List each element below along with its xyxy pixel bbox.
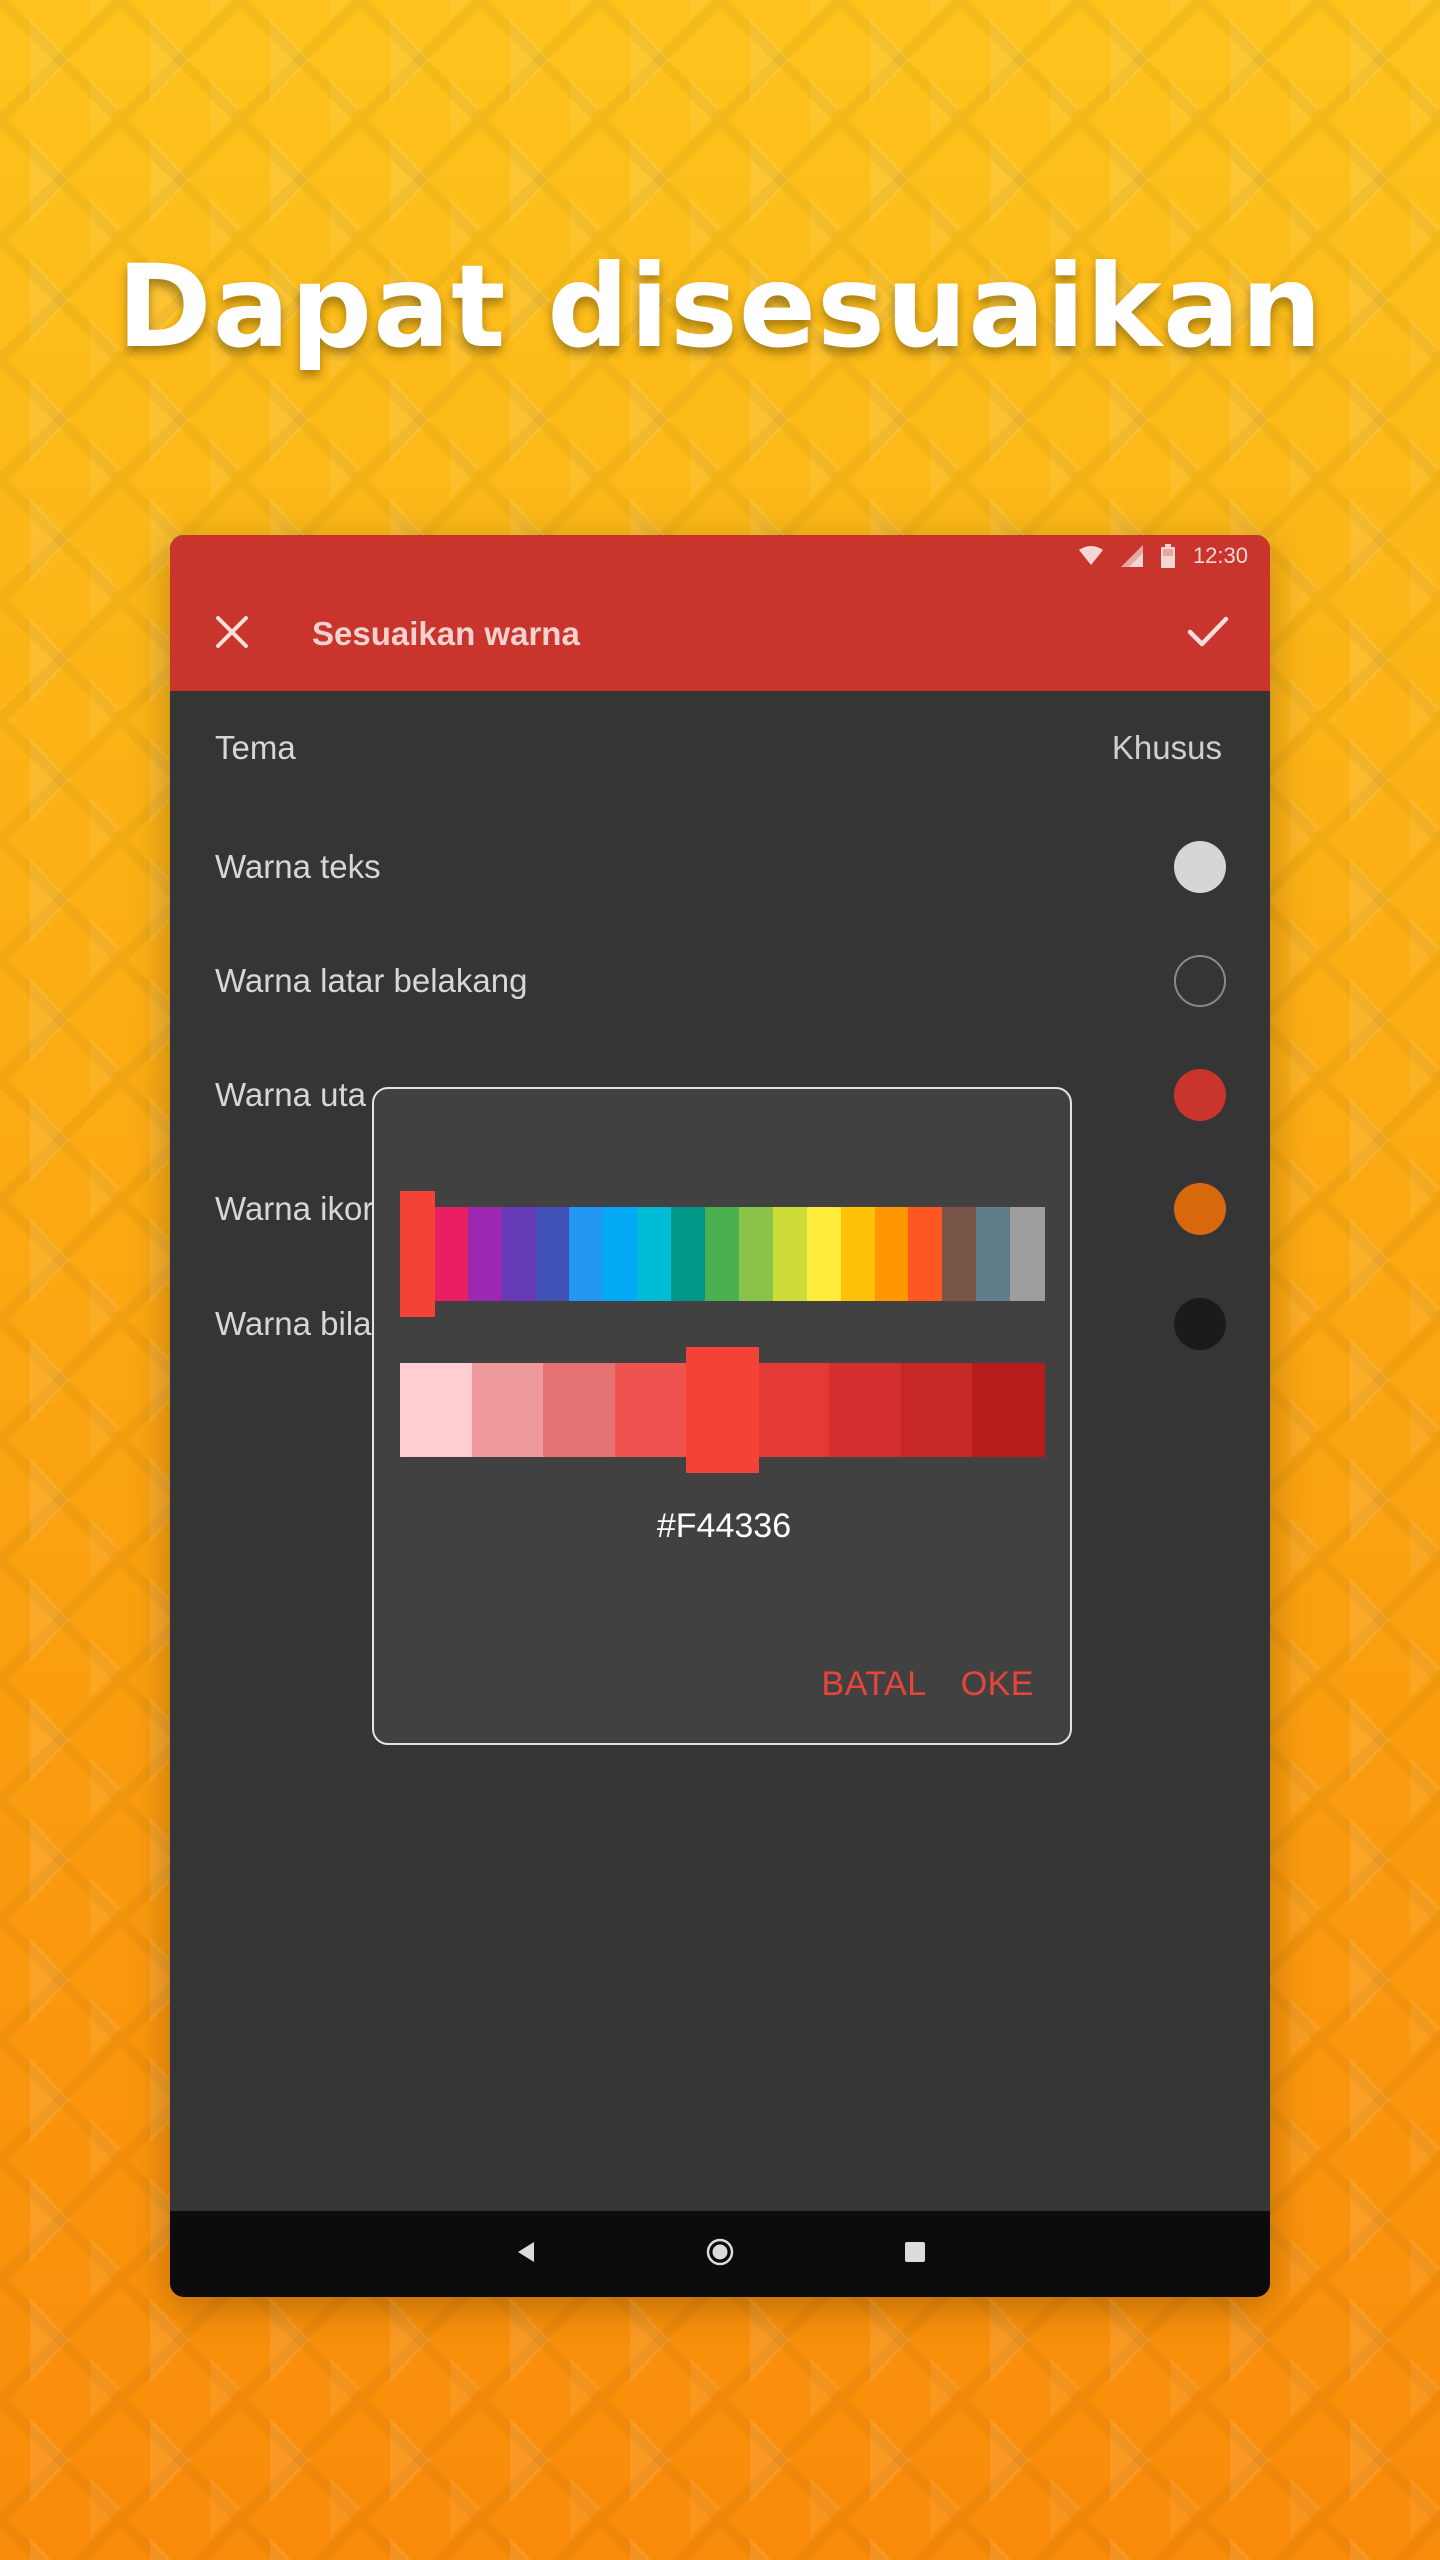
shade-color-cell[interactable]	[900, 1363, 974, 1457]
palette-color-cell[interactable]	[467, 1207, 503, 1301]
palette-color-cell[interactable]	[908, 1207, 943, 1301]
palette-color-cell[interactable]	[535, 1207, 571, 1301]
palette-color-cell[interactable]	[840, 1207, 876, 1301]
color-swatch[interactable]	[1174, 1298, 1226, 1350]
back-icon	[514, 2240, 536, 2269]
theme-value: Khusus	[1111, 729, 1222, 766]
palette-color-cell[interactable]	[806, 1207, 842, 1301]
setting-label: Warna latar belakang	[215, 962, 528, 999]
setting-theme[interactable]: Tema Khusus	[170, 691, 1270, 805]
palette-color-cell[interactable]	[738, 1207, 774, 1301]
palette-color-cell[interactable]	[400, 1191, 435, 1317]
setting-label: Warna ikor	[215, 1190, 374, 1227]
palette-color-cell[interactable]	[569, 1207, 604, 1301]
shade-color-cell[interactable]	[543, 1363, 616, 1457]
palette-color-cell[interactable]	[1010, 1207, 1045, 1301]
recents-icon	[904, 2241, 926, 2268]
close-button[interactable]	[196, 598, 268, 670]
setting-background-color[interactable]: Warna latar belakang	[170, 924, 1270, 1038]
palette-color-cell[interactable]	[874, 1207, 910, 1301]
setting-label: Warna teks	[215, 848, 381, 885]
wifi-icon	[1078, 546, 1103, 566]
color-swatch[interactable]	[1174, 1069, 1226, 1121]
recents-button[interactable]	[904, 2241, 926, 2268]
color-swatch[interactable]	[1174, 841, 1226, 893]
signal-icon	[1120, 545, 1143, 567]
palette-color-cell[interactable]	[942, 1207, 977, 1301]
home-icon	[706, 2238, 734, 2271]
palette-color-cell[interactable]	[772, 1207, 808, 1301]
palette-color-cell[interactable]	[433, 1207, 469, 1301]
ok-button[interactable]: OKE	[961, 1665, 1034, 1704]
confirm-button[interactable]	[1172, 598, 1244, 670]
page-title: Sesuaikan warna	[312, 615, 580, 652]
shade-color-cell[interactable]	[614, 1363, 688, 1457]
palette-color-cell[interactable]	[671, 1207, 706, 1301]
color-shades	[400, 1347, 1045, 1473]
close-icon	[214, 614, 250, 655]
setting-label: Tema	[215, 729, 296, 766]
status-bar: 12:30	[170, 535, 1270, 577]
color-swatch[interactable]	[1174, 1183, 1226, 1235]
setting-label: Warna uta	[215, 1076, 367, 1113]
color-swatch[interactable]	[1174, 955, 1226, 1007]
setting-label: Warna bila	[215, 1305, 372, 1342]
color-picker-dialog: #F44336 BATAL OKE	[372, 1087, 1072, 1745]
back-button[interactable]	[514, 2240, 536, 2269]
palette-color-cell[interactable]	[705, 1207, 740, 1301]
palette-color-cell[interactable]	[603, 1207, 638, 1301]
cancel-button[interactable]: BATAL	[822, 1665, 927, 1704]
shade-color-cell[interactable]	[471, 1363, 545, 1457]
app-bar: Sesuaikan warna	[170, 577, 1270, 691]
navigation-bar	[170, 2211, 1270, 2297]
palette-color-cell[interactable]	[976, 1207, 1011, 1301]
shade-color-cell[interactable]	[829, 1363, 902, 1457]
shade-color-cell[interactable]	[686, 1347, 759, 1473]
color-palette	[400, 1191, 1045, 1317]
home-button[interactable]	[706, 2238, 734, 2271]
check-icon	[1187, 615, 1229, 654]
shade-color-cell[interactable]	[972, 1363, 1045, 1457]
hex-value: #F44336	[656, 1507, 792, 1545]
setting-text-color[interactable]: Warna teks	[170, 810, 1270, 924]
shade-color-cell[interactable]	[757, 1363, 831, 1457]
battery-icon	[1160, 544, 1175, 568]
palette-color-cell[interactable]	[501, 1207, 537, 1301]
palette-color-cell[interactable]	[637, 1207, 672, 1301]
dialog-actions: BATAL OKE	[822, 1665, 1034, 1704]
status-time: 12:30	[1192, 543, 1248, 568]
headline: Dapat disesuaikan	[116, 240, 1324, 373]
shade-color-cell[interactable]	[400, 1363, 473, 1457]
